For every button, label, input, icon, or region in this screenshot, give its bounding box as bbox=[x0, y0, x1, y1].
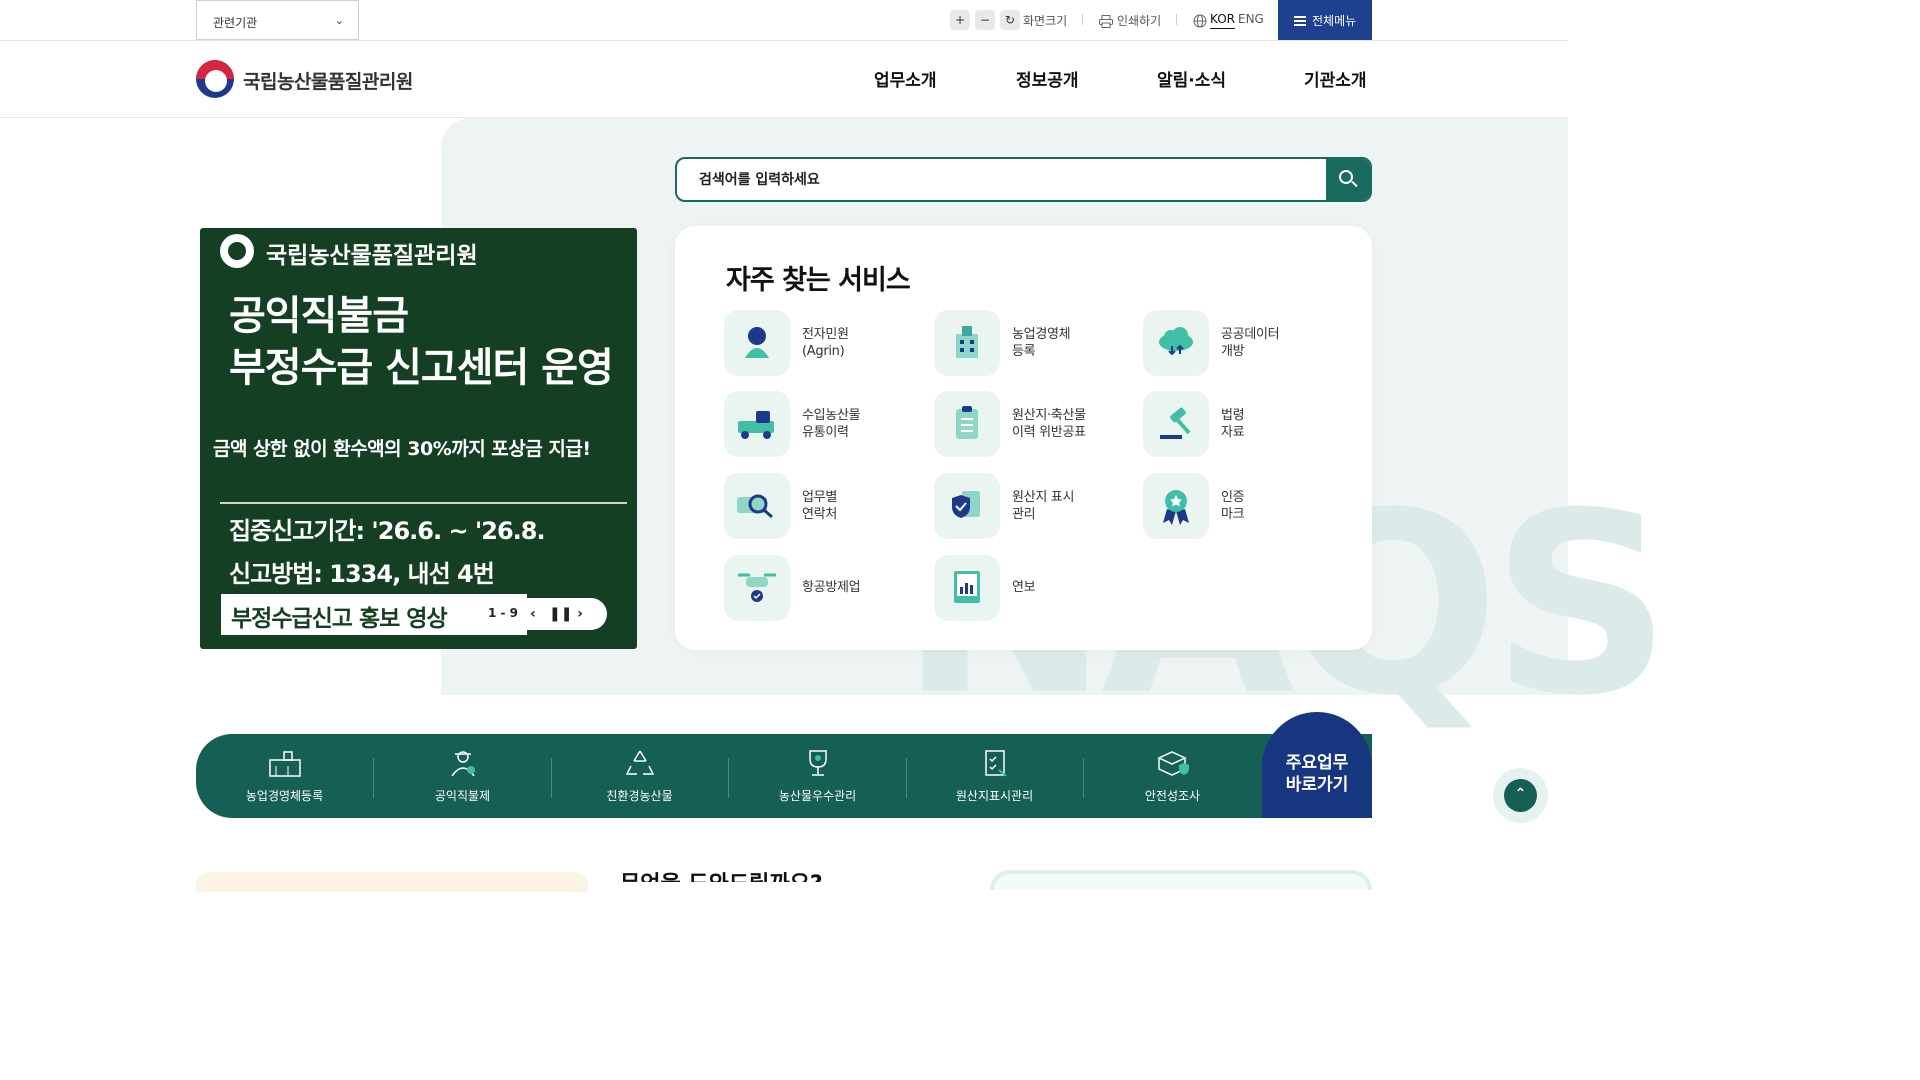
taegeuk-logo-icon[interactable] bbox=[196, 60, 234, 98]
service-aerial-control[interactable]: 항공방제업 bbox=[724, 555, 924, 621]
gavel-icon bbox=[1143, 391, 1209, 457]
service-label: 농업경영체 등록 bbox=[1012, 327, 1071, 359]
trophy-icon bbox=[809, 750, 827, 776]
service-law-data[interactable]: 법령 자료 bbox=[1143, 391, 1343, 457]
service-label: 법령 자료 bbox=[1221, 408, 1245, 440]
bottom-card-left bbox=[196, 872, 588, 892]
service-violation-notice[interactable]: 원산지·축산물 이력 위반공표 bbox=[934, 391, 1134, 457]
service-import-tracking[interactable]: 수입농산물 유통이력 bbox=[724, 391, 924, 457]
quick-label: 안전성조사 bbox=[1144, 789, 1201, 803]
cloud-icon bbox=[1143, 310, 1209, 376]
farmer-icon bbox=[451, 751, 475, 777]
service-annual-report[interactable]: 연보 bbox=[934, 555, 1134, 621]
next-arrow-icon[interactable]: › bbox=[572, 604, 588, 624]
frequent-services-title: 자주 찾는 서비스 bbox=[726, 265, 911, 296]
lang-eng-link[interactable]: ENG bbox=[1238, 12, 1264, 26]
chevron-up-icon: ⌃ bbox=[1514, 786, 1527, 802]
print-button[interactable]: 인쇄하기 bbox=[1117, 12, 1161, 29]
utility-bar: 관련기관 ⌄ + − ↻ 화면크기 인쇄하기 KOR ENG 전체메뉴 bbox=[0, 0, 1568, 41]
banner-logo-icon bbox=[220, 234, 254, 268]
magnifier-icon bbox=[724, 473, 790, 539]
related-agencies-label: 관련기관 bbox=[213, 16, 258, 30]
promo-banner[interactable]: 국립농산물품질관리원 공익직불금 부정수급 신고센터 운영 금액 상한 없이 환… bbox=[200, 228, 637, 649]
globe-icon bbox=[1193, 13, 1207, 28]
banner-method: 신고방법: 1334, 내선 4번 bbox=[229, 560, 495, 588]
banner-page-count: 1 - 9 bbox=[488, 606, 519, 620]
service-label: 원산지 표시 관리 bbox=[1012, 490, 1075, 522]
truck-icon bbox=[724, 391, 790, 457]
quick-item-safety-inspection[interactable]: 안전성조사 bbox=[1084, 734, 1261, 818]
quick-label: 친환경농산물 bbox=[606, 789, 673, 803]
service-origin-management[interactable]: 원산지 표시 관리 bbox=[934, 473, 1134, 539]
related-agencies-select[interactable]: 관련기관 ⌄ bbox=[196, 0, 359, 40]
banner-subtitle: 금액 상한 없이 환수액의 30%까지 포상금 지급! bbox=[213, 438, 591, 460]
prev-arrow-icon[interactable]: ‹ bbox=[525, 604, 541, 624]
service-e-petition[interactable]: 전자민원 (Agrin) bbox=[724, 310, 924, 376]
clipboard-icon bbox=[934, 391, 1000, 457]
buildings-icon bbox=[269, 751, 301, 777]
recycle-icon bbox=[625, 750, 655, 775]
award-icon bbox=[1143, 473, 1209, 539]
bottom-card-right bbox=[990, 870, 1372, 890]
person-icon bbox=[724, 310, 790, 376]
service-label: 전자민원 (Agrin) bbox=[802, 327, 849, 359]
pause-icon[interactable]: ❚❚ bbox=[549, 604, 572, 624]
divider bbox=[1082, 14, 1083, 25]
quick-label: 농업경영체등록 bbox=[245, 789, 324, 803]
service-label: 연보 bbox=[1012, 580, 1036, 595]
hamburger-icon bbox=[1294, 16, 1306, 26]
all-menu-button[interactable]: 전체메뉴 bbox=[1278, 0, 1372, 40]
shield-doc-icon bbox=[934, 473, 1000, 539]
service-label: 원산지·축산물 이력 위반공표 bbox=[1012, 408, 1086, 440]
banner-period: 집중신고기간: '26.6. ~ '26.8. bbox=[229, 517, 546, 545]
main-work-quickbar: 농업경영체등록 공익직불제 친환경농산물 농산물우수관리 원산지표시관리 안전성… bbox=[196, 734, 1372, 818]
quick-label: 원산지표시관리 bbox=[955, 789, 1034, 803]
nav-item-work[interactable]: 업무소개 bbox=[874, 66, 937, 91]
main-work-shortcut-button[interactable]: 주요업무 바로가기 bbox=[1262, 712, 1372, 818]
search-box bbox=[675, 157, 1372, 202]
service-label: 수입농산물 유통이력 bbox=[802, 408, 861, 440]
search-input[interactable] bbox=[677, 159, 1327, 200]
nav-item-news[interactable]: 알림·소식 bbox=[1157, 66, 1226, 91]
search-button[interactable] bbox=[1326, 159, 1370, 200]
all-menu-label: 전체메뉴 bbox=[1312, 14, 1357, 28]
service-label: 인증 마크 bbox=[1221, 490, 1245, 522]
nav-item-about[interactable]: 기관소개 bbox=[1304, 66, 1367, 91]
divider bbox=[1176, 14, 1177, 25]
service-public-data[interactable]: 공공데이터 개방 bbox=[1143, 310, 1343, 376]
quick-item-origin-labeling[interactable]: 원산지표시관리 bbox=[906, 734, 1083, 818]
lang-kor-link[interactable]: KOR bbox=[1210, 12, 1235, 29]
drone-icon bbox=[724, 555, 790, 621]
service-label: 업무별 연락처 bbox=[802, 490, 837, 522]
quick-label: 공익직불제 bbox=[434, 789, 491, 803]
banner-org-name: 국립농산물품질관리원 bbox=[266, 243, 478, 269]
banner-title: 공익직불금 부정수급 신고센터 운영 bbox=[229, 293, 614, 391]
quick-item-eco-products[interactable]: 친환경농산물 bbox=[551, 734, 728, 818]
chart-book-icon bbox=[934, 555, 1000, 621]
zoom-out-button[interactable]: − bbox=[975, 10, 995, 30]
zoom-reset-button[interactable]: ↻ bbox=[1000, 10, 1020, 30]
box-shield-icon bbox=[1157, 751, 1189, 776]
chevron-down-icon: ⌄ bbox=[334, 14, 344, 27]
service-label: 공공데이터 개방 bbox=[1221, 327, 1280, 359]
nav-item-disclosure[interactable]: 정보공개 bbox=[1016, 66, 1079, 91]
service-contacts[interactable]: 업무별 연락처 bbox=[724, 473, 924, 539]
building-icon bbox=[934, 310, 1000, 376]
quick-label: 농산물우수관리 bbox=[778, 789, 857, 803]
site-logo-text[interactable]: 국립농산물품질관리원 bbox=[243, 67, 413, 94]
checklist-icon bbox=[985, 750, 1007, 777]
service-label: 항공방제업 bbox=[802, 580, 861, 595]
banner-pager: 1 - 9 ‹ ❚❚ › bbox=[466, 598, 607, 630]
zoom-in-button[interactable]: + bbox=[950, 10, 970, 30]
quick-item-direct-payment[interactable]: 공익직불제 bbox=[374, 734, 551, 818]
quick-item-farm-registration[interactable]: 농업경영체등록 bbox=[196, 734, 373, 818]
zoom-label: 화면크기 bbox=[1023, 14, 1068, 28]
banner-divider bbox=[220, 502, 627, 504]
help-heading: 무엇을 도와드릴까요? bbox=[620, 866, 823, 882]
service-cert-mark[interactable]: 인증 마크 bbox=[1143, 473, 1343, 539]
scroll-top-button[interactable]: ⌃ bbox=[1504, 779, 1537, 812]
service-farm-registration[interactable]: 농업경영체 등록 bbox=[934, 310, 1134, 376]
printer-icon[interactable] bbox=[1099, 13, 1113, 28]
quick-item-gap[interactable]: 농산물우수관리 bbox=[729, 734, 906, 818]
